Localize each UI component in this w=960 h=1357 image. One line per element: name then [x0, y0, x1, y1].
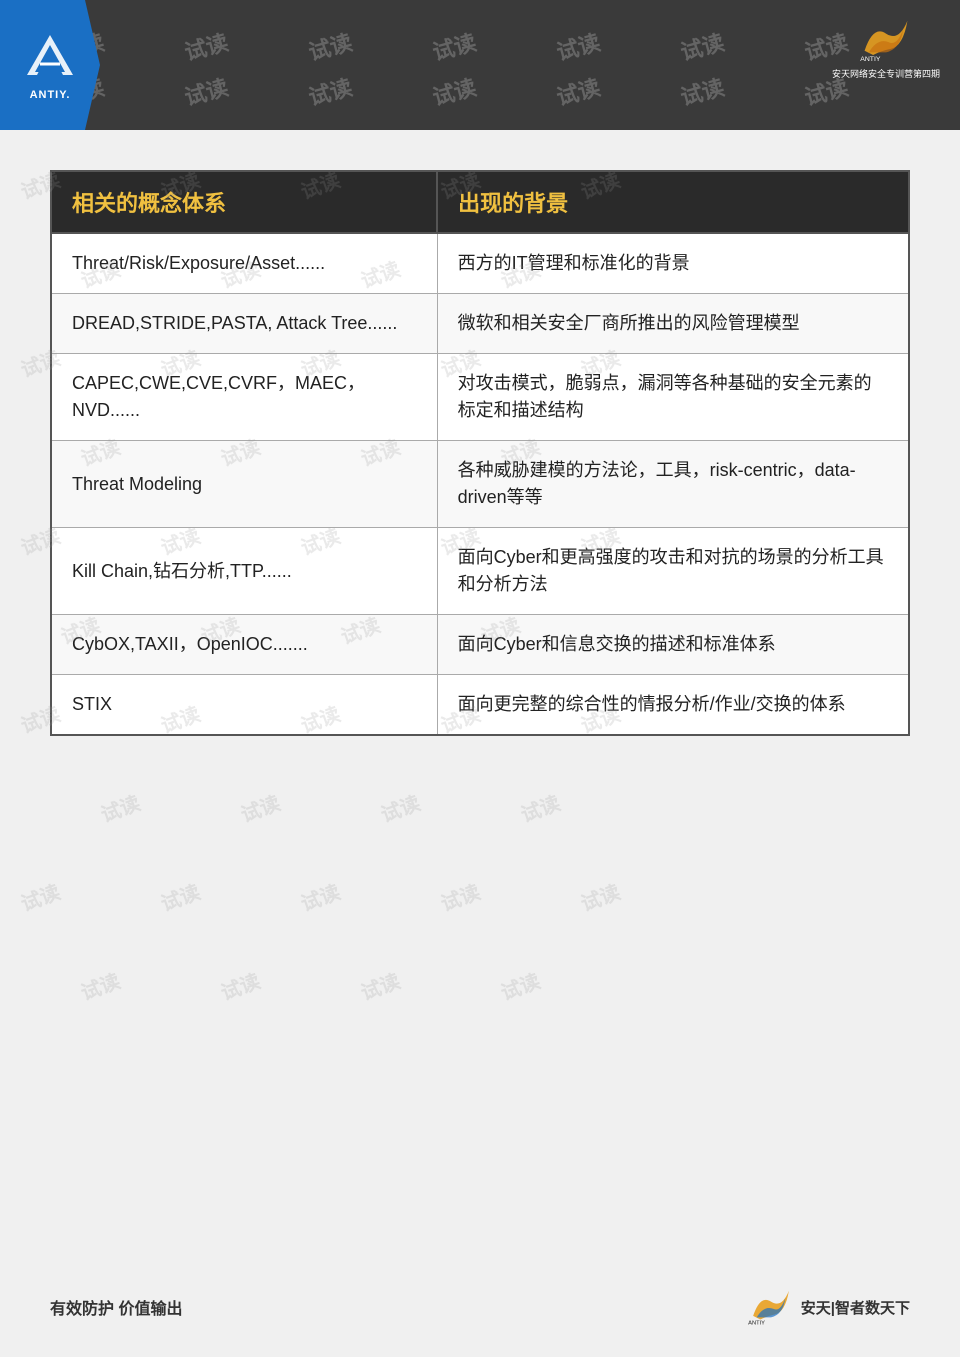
table-row: STIX面向更完整的综合性的情报分析/作业/交换的体系 [51, 675, 909, 736]
table-row: Threat Modeling各种威胁建模的方法论，工具，risk-centri… [51, 441, 909, 528]
table-row: Kill Chain,钻石分析,TTP......面向Cyber和更高强度的攻击… [51, 528, 909, 615]
brand-icon: ANTIY [856, 15, 916, 65]
col2-header: 出现的背景 [437, 171, 909, 233]
svg-text:ANTIY: ANTIY [748, 1321, 765, 1327]
brand-subtitle-text: 安天网络安全专训营第四期 [832, 67, 940, 80]
col2-cell: 对攻击模式，脆弱点，漏洞等各种基础的安全元素的标定和描述结构 [437, 354, 909, 441]
table-row: CAPEC,CWE,CVE,CVRF，MAEC，NVD......对攻击模式，脆… [51, 354, 909, 441]
col1-cell: STIX [51, 675, 437, 736]
col1-cell: Threat Modeling [51, 441, 437, 528]
col2-cell: 西方的IT管理和标准化的背景 [437, 233, 909, 294]
svg-text:ANTIY: ANTIY [860, 56, 881, 63]
col1-cell: DREAD,STRIDE,PASTA, Attack Tree...... [51, 294, 437, 354]
logo-text: ANTIY. [30, 89, 71, 101]
col1-header: 相关的概念体系 [51, 171, 437, 233]
footer: 有效防护 价值输出 ANTIY 安天|智者数天下 [0, 1287, 960, 1327]
col1-cell: CAPEC,CWE,CVE,CVRF，MAEC，NVD...... [51, 354, 437, 441]
logo-icon [23, 30, 78, 85]
header-right-brand: ANTIY 安天网络安全专训营第四期 [832, 15, 940, 80]
table-row: DREAD,STRIDE,PASTA, Attack Tree......微软和… [51, 294, 909, 354]
table-row: Threat/Risk/Exposure/Asset......西方的IT管理和… [51, 233, 909, 294]
footer-brand-text: 安天|智者数天下 [801, 1297, 910, 1318]
col1-cell: CybOX,TAXII，OpenIOC....... [51, 615, 437, 675]
col1-cell: Kill Chain,钻石分析,TTP...... [51, 528, 437, 615]
logo: ANTIY. [0, 0, 100, 130]
col2-cell: 面向Cyber和更高强度的攻击和对抗的场景的分析工具和分析方法 [437, 528, 909, 615]
col2-cell: 面向更完整的综合性的情报分析/作业/交换的体系 [437, 675, 909, 736]
col2-cell: 微软和相关安全厂商所推出的风险管理模型 [437, 294, 909, 354]
col2-cell: 各种威胁建模的方法论，工具，risk-centric，data-driven等等 [437, 441, 909, 528]
footer-left-text: 有效防护 价值输出 [50, 1295, 182, 1319]
col2-cell: 面向Cyber和信息交换的描述和标准体系 [437, 615, 909, 675]
main-content: 相关的概念体系 出现的背景 Threat/Risk/Exposure/Asset… [0, 130, 960, 766]
header-watermarks: 试读 试读 试读 试读 试读 试读 试读 试读 试读 试读 试读 试读 试读 试… [0, 0, 960, 130]
col1-cell: Threat/Risk/Exposure/Asset...... [51, 233, 437, 294]
table-row: CybOX,TAXII，OpenIOC.......面向Cyber和信息交换的描… [51, 615, 909, 675]
header: 试读 试读 试读 试读 试读 试读 试读 试读 试读 试读 试读 试读 试读 试… [0, 0, 960, 130]
concepts-table: 相关的概念体系 出现的背景 Threat/Risk/Exposure/Asset… [50, 170, 910, 736]
footer-brand-icon: ANTIY [746, 1287, 796, 1327]
footer-right: ANTIY 安天|智者数天下 [746, 1287, 910, 1327]
